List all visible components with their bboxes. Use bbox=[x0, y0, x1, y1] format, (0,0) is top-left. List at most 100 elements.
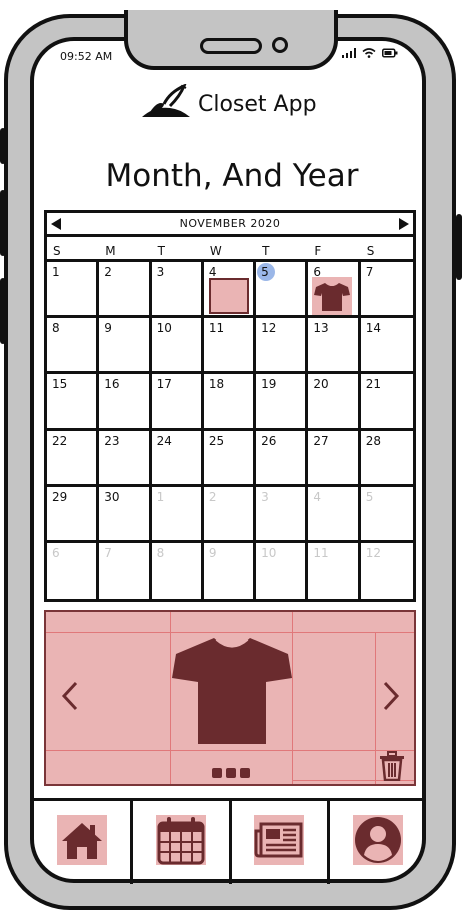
calendar-day-today[interactable]: 5 bbox=[256, 262, 309, 319]
calendar-day-next-month[interactable]: 6 bbox=[47, 542, 100, 599]
prev-month-icon[interactable] bbox=[51, 217, 61, 230]
day-number: 18 bbox=[208, 377, 225, 392]
calendar-day[interactable]: 15 bbox=[47, 374, 100, 431]
day-number: 3 bbox=[156, 265, 165, 279]
calendar-day[interactable]: 20 bbox=[308, 374, 361, 431]
calendar-day[interactable]: 13 bbox=[308, 318, 361, 375]
calendar-day[interactable]: 14 bbox=[360, 318, 413, 375]
calendar-day[interactable]: 17 bbox=[151, 374, 204, 431]
weekday-label: T bbox=[157, 244, 165, 258]
battery-icon bbox=[382, 48, 398, 58]
nav-profile[interactable] bbox=[330, 801, 426, 884]
day-number: 5 bbox=[261, 265, 269, 279]
weekday-label: W bbox=[209, 244, 222, 258]
day-number: 23 bbox=[104, 433, 120, 448]
day-number: 9 bbox=[208, 545, 217, 560]
side-button-left-mid bbox=[0, 190, 6, 256]
day-number: 14 bbox=[365, 321, 381, 336]
day-number: 13 bbox=[313, 321, 329, 336]
outfit-thumbnail[interactable] bbox=[312, 277, 353, 315]
day-number: 24 bbox=[156, 433, 172, 448]
calendar-day[interactable]: 28 bbox=[360, 431, 413, 487]
calendar-day-next-month[interactable]: 1 bbox=[151, 486, 204, 543]
day-number: 3 bbox=[261, 489, 269, 504]
outfit-placeholder[interactable] bbox=[208, 278, 249, 314]
carousel-prev-icon[interactable] bbox=[60, 680, 80, 712]
calendar-day[interactable]: 19 bbox=[256, 374, 309, 431]
calendar-day-next-month[interactable]: 2 bbox=[203, 486, 257, 543]
calendar-day[interactable]: 27 bbox=[308, 430, 361, 487]
calendar-day[interactable]: 16 bbox=[99, 374, 152, 431]
news-icon bbox=[254, 822, 303, 858]
speaker-icon bbox=[200, 38, 262, 54]
day-number: 22 bbox=[52, 433, 68, 448]
calendar-day[interactable]: 23 bbox=[99, 430, 152, 487]
calendar-day-next-month[interactable]: 5 bbox=[360, 487, 413, 543]
calendar-day[interactable]: 3 bbox=[151, 262, 204, 319]
guide-line bbox=[375, 632, 376, 784]
next-month-icon[interactable] bbox=[398, 217, 409, 230]
calendar-grid: 1 2 3 4 5 6 7 8 9 10 11 12 13 14 15 16 1… bbox=[47, 262, 413, 599]
day-number: 19 bbox=[261, 377, 277, 392]
calendar-day[interactable]: 11 bbox=[203, 318, 257, 375]
calendar-day-next-month[interactable]: 10 bbox=[256, 542, 309, 599]
calendar-day-next-month[interactable]: 12 bbox=[361, 543, 413, 599]
calendar-day-next-month[interactable]: 9 bbox=[204, 542, 257, 599]
calendar-day[interactable]: 25 bbox=[203, 430, 257, 487]
day-number: 17 bbox=[156, 377, 172, 392]
calendar-day[interactable]: 7 bbox=[360, 262, 413, 319]
page-dot[interactable] bbox=[212, 768, 222, 778]
calendar-weekday-row: S M T W T F S bbox=[47, 240, 413, 262]
nav-calendar[interactable] bbox=[133, 801, 232, 884]
calendar-day[interactable]: 29 bbox=[47, 486, 100, 543]
calendar-day-next-month[interactable]: 3 bbox=[256, 486, 309, 543]
nav-icon-tile bbox=[56, 815, 107, 865]
nav-icon-tile bbox=[254, 815, 305, 865]
signal-icon bbox=[342, 48, 356, 58]
calendar-day[interactable]: 24 bbox=[151, 430, 204, 487]
calendar-day[interactable]: 26 bbox=[256, 430, 309, 487]
calendar-day-next-month[interactable]: 4 bbox=[308, 486, 361, 543]
day-number: 11 bbox=[313, 545, 329, 560]
day-number: 5 bbox=[365, 489, 374, 504]
carousel-page-indicator[interactable] bbox=[212, 768, 250, 778]
weekday-label: M bbox=[105, 244, 116, 258]
calendar-day[interactable]: 6 bbox=[308, 262, 361, 319]
calendar-day-next-month[interactable]: 8 bbox=[152, 542, 204, 599]
calendar-day-next-month[interactable]: 11 bbox=[308, 542, 361, 599]
calendar-day[interactable]: 21 bbox=[360, 374, 413, 431]
nav-news[interactable] bbox=[232, 801, 331, 884]
day-number: 25 bbox=[208, 433, 225, 448]
calendar-day[interactable]: 1 bbox=[47, 262, 100, 319]
camera-icon bbox=[272, 37, 288, 53]
calendar-day[interactable]: 4 bbox=[203, 262, 257, 319]
trash-icon[interactable] bbox=[379, 751, 405, 781]
guide-line bbox=[46, 632, 414, 633]
closet-logo-icon bbox=[142, 84, 190, 117]
calendar-day[interactable]: 10 bbox=[151, 318, 204, 375]
page-dot[interactable] bbox=[226, 768, 236, 778]
day-number: 1 bbox=[52, 265, 60, 279]
calendar: NOVEMBER 2020 S M T W T F S 1 2 3 4 5 6 bbox=[44, 210, 416, 602]
day-number: 30 bbox=[104, 489, 120, 504]
carousel-next-icon[interactable] bbox=[381, 680, 401, 712]
nav-icon-tile bbox=[155, 815, 206, 865]
calendar-day[interactable]: 2 bbox=[99, 262, 152, 319]
day-number: 9 bbox=[104, 321, 112, 336]
nav-home[interactable] bbox=[34, 801, 133, 884]
day-number: 2 bbox=[104, 265, 112, 279]
calendar-day[interactable]: 8 bbox=[47, 318, 100, 375]
calendar-day-next-month[interactable]: 7 bbox=[99, 542, 152, 599]
calendar-day[interactable]: 18 bbox=[203, 374, 257, 431]
calendar-day[interactable]: 9 bbox=[99, 318, 152, 375]
status-icons bbox=[342, 48, 398, 58]
weekday-label: T bbox=[262, 244, 270, 258]
home-icon bbox=[61, 823, 102, 859]
calendar-day[interactable]: 22 bbox=[47, 430, 100, 487]
day-number: 26 bbox=[261, 433, 277, 448]
day-number: 2 bbox=[208, 489, 217, 504]
tshirt-icon bbox=[314, 282, 351, 311]
calendar-day[interactable]: 12 bbox=[256, 318, 309, 375]
calendar-day[interactable]: 30 bbox=[99, 486, 152, 543]
page-dot[interactable] bbox=[240, 768, 250, 778]
